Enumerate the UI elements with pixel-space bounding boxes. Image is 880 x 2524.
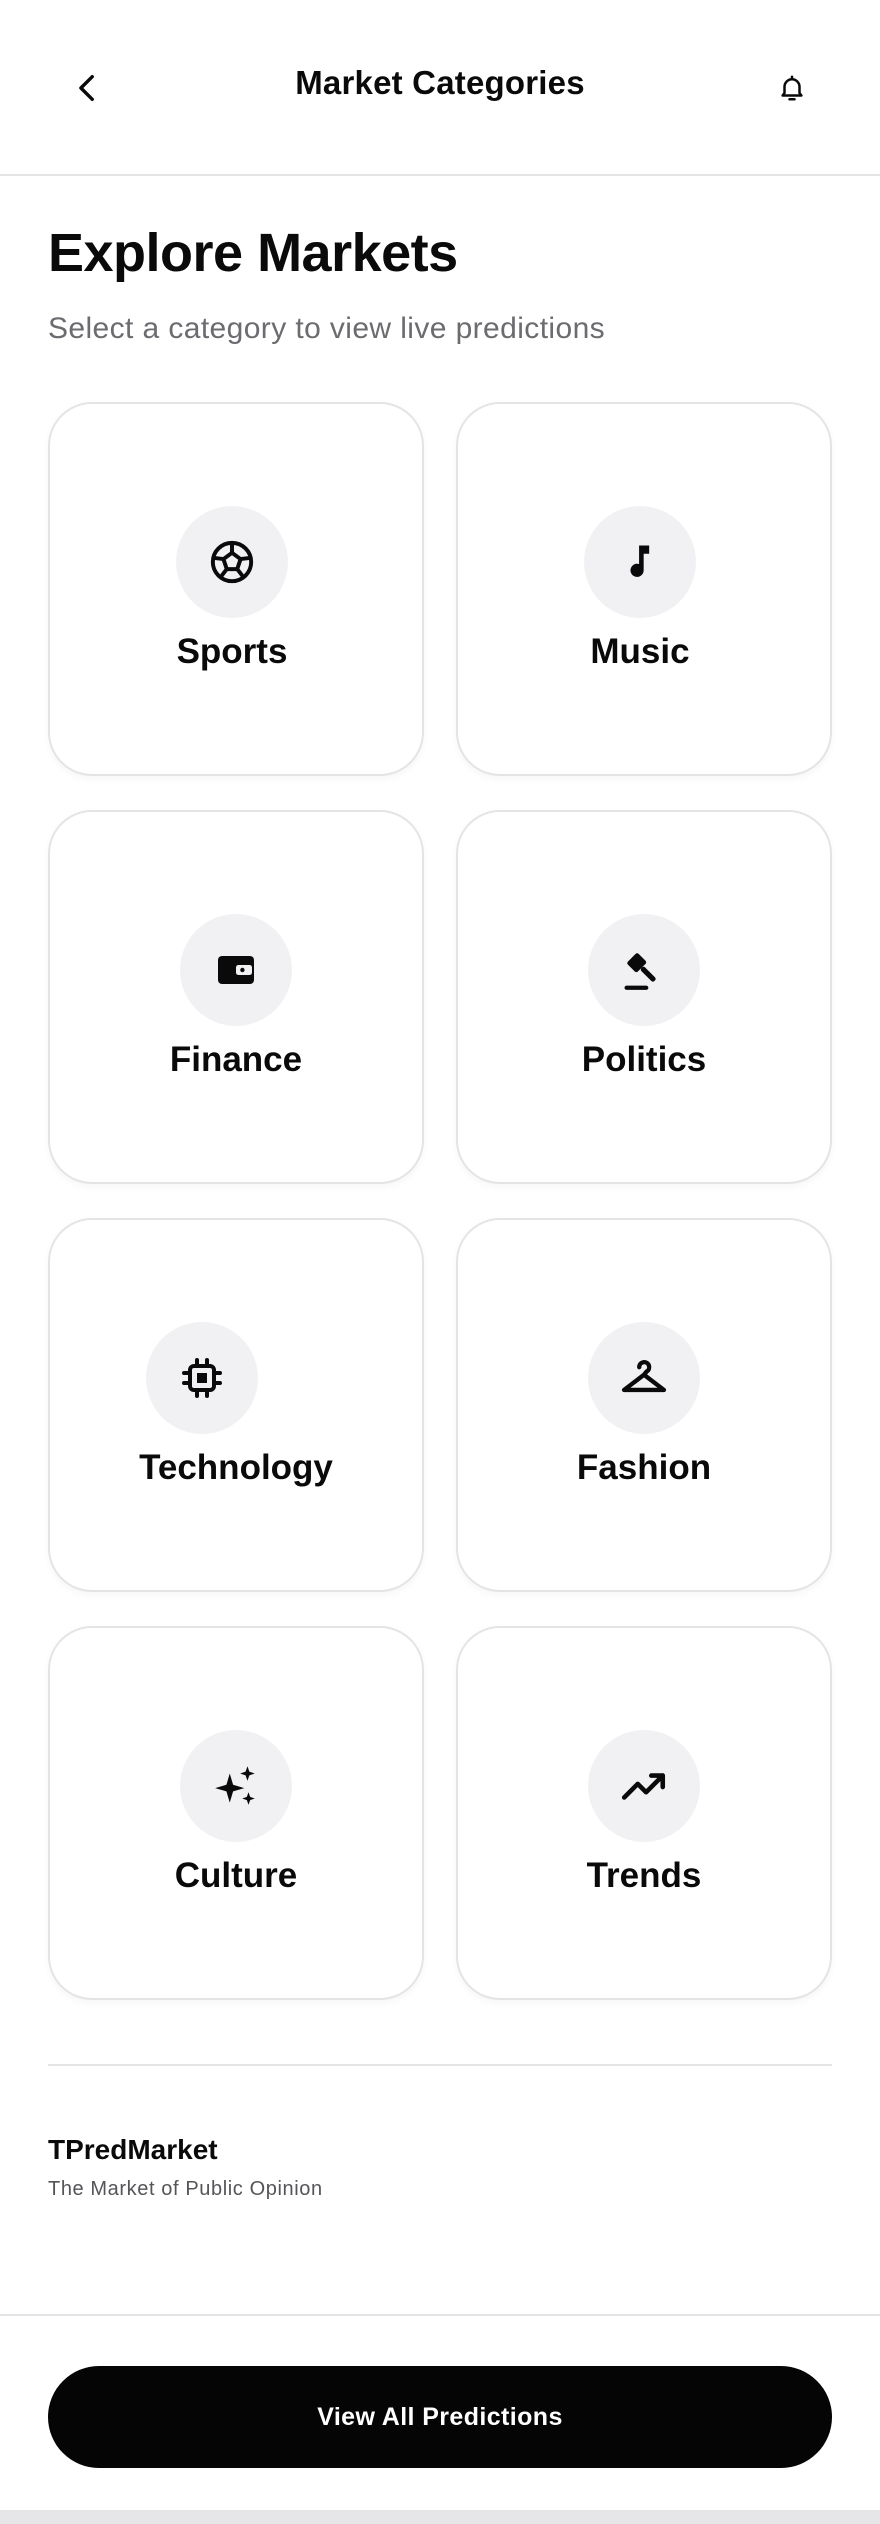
category-label: Culture bbox=[174, 1856, 298, 1895]
icon-badge bbox=[588, 1322, 700, 1434]
icon-badge bbox=[176, 506, 288, 618]
category-card-culture[interactable]: Culture bbox=[48, 1626, 424, 2000]
cpu-chip-icon bbox=[182, 1358, 222, 1398]
wallet-icon bbox=[218, 956, 254, 984]
category-card-technology[interactable]: Technology bbox=[48, 1218, 424, 1592]
category-card-trends[interactable]: Trends bbox=[456, 1626, 832, 2000]
home-indicator-strip bbox=[0, 2510, 880, 2524]
category-label: Politics bbox=[581, 1040, 707, 1079]
icon-badge bbox=[588, 914, 700, 1026]
footer-divider bbox=[48, 2064, 832, 2066]
brand-tagline: The Market of Public Opinion bbox=[48, 2178, 323, 2200]
icon-badge bbox=[180, 914, 292, 1026]
section-subheading: Select a category to view live predictio… bbox=[48, 312, 606, 345]
category-label: Finance bbox=[169, 1040, 303, 1079]
notifications-button[interactable] bbox=[764, 60, 820, 116]
music-note-icon bbox=[630, 545, 650, 577]
category-label: Technology bbox=[139, 1448, 333, 1487]
bottom-action-bar: View All Predictions bbox=[0, 2314, 880, 2510]
icon-badge bbox=[180, 1730, 292, 1842]
icon-badge bbox=[584, 506, 696, 618]
page-title: Market Categories bbox=[295, 64, 585, 101]
gavel-icon bbox=[624, 953, 656, 990]
brand-name: TPredMarket bbox=[48, 2134, 218, 2165]
trending-up-icon bbox=[621, 1773, 666, 1800]
category-label: Trends bbox=[586, 1856, 702, 1895]
soccer-ball-icon bbox=[210, 540, 254, 584]
category-card-fashion[interactable]: Fashion bbox=[456, 1218, 832, 1592]
category-card-music[interactable]: Music bbox=[456, 402, 832, 776]
section-heading: Explore Markets bbox=[48, 223, 458, 283]
icon-badge bbox=[146, 1322, 258, 1434]
category-card-finance[interactable]: Finance bbox=[48, 810, 424, 1184]
category-label: Fashion bbox=[576, 1448, 712, 1487]
view-all-predictions-button[interactable]: View All Predictions bbox=[48, 2366, 832, 2468]
sparkles-icon bbox=[215, 1766, 255, 1805]
top-app-bar: Market Categories bbox=[0, 0, 880, 176]
category-label: Music bbox=[590, 632, 690, 671]
bell-icon bbox=[781, 75, 803, 101]
category-card-sports[interactable]: Sports bbox=[48, 402, 424, 776]
category-card-politics[interactable]: Politics bbox=[456, 810, 832, 1184]
category-label: Sports bbox=[176, 632, 288, 671]
hanger-icon bbox=[621, 1360, 667, 1393]
icon-badge bbox=[588, 1730, 700, 1842]
